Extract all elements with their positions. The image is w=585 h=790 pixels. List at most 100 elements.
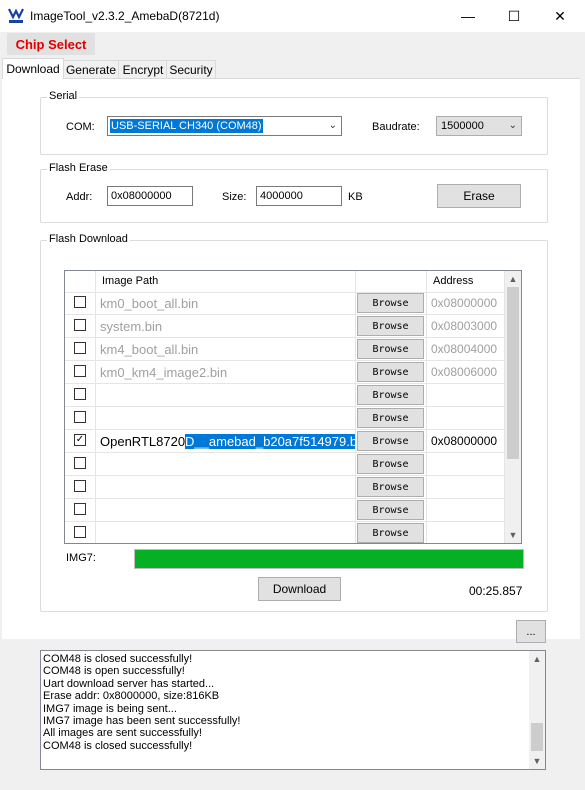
scroll-up-icon[interactable]: ▲ [529, 651, 545, 667]
erase-size-input[interactable]: 4000000 [256, 186, 342, 206]
browse-button[interactable]: Browse [357, 339, 424, 359]
address-cell[interactable]: 0x08006000 [427, 361, 505, 383]
erase-addr-input[interactable]: 0x08000000 [107, 186, 193, 206]
table-row: km0_km4_image2.bin Browse 0x08006000 [65, 361, 505, 384]
row-checkbox[interactable] [74, 365, 86, 377]
progress-label: IMG7: [66, 552, 96, 564]
address-cell[interactable] [427, 522, 505, 543]
com-port-select[interactable]: USB-SERIAL CH340 (COM48) ⌄ [107, 116, 342, 136]
erase-addr-label: Addr: [66, 191, 93, 203]
scroll-down-icon[interactable]: ▼ [529, 753, 545, 769]
check-cell [65, 384, 96, 406]
check-cell [65, 361, 96, 383]
browse-button[interactable]: Browse [357, 316, 424, 336]
browse-button[interactable]: Browse [357, 293, 424, 313]
browse-button[interactable]: Browse [357, 523, 424, 543]
erase-size-unit: KB [348, 191, 363, 203]
address-cell[interactable]: 0x08003000 [427, 315, 505, 337]
image-address: 0x08003000 [431, 319, 498, 333]
header-browse-column [356, 271, 427, 292]
log-line: All images are sent successfully! [43, 727, 202, 740]
table-scrollbar[interactable]: ▲ ▼ [505, 271, 521, 543]
log-line: Uart download server has started... [43, 677, 215, 690]
scroll-down-icon[interactable]: ▼ [505, 527, 521, 543]
scroll-up-icon[interactable]: ▲ [505, 271, 521, 287]
address-cell[interactable]: 0x08000000 [427, 430, 505, 452]
table-row: Browse [65, 453, 505, 476]
path-cell[interactable]: OpenRTL8720D__amebad_b20a7f514979.bin [96, 430, 356, 452]
download-progress-bar [134, 549, 524, 569]
path-cell[interactable] [96, 499, 356, 521]
tab-download[interactable]: Download [2, 58, 64, 79]
log-line: COM48 is closed successfully! [43, 739, 193, 752]
erase-button[interactable]: Erase [437, 184, 521, 208]
browse-button[interactable]: Browse [357, 431, 424, 451]
log-output[interactable]: COM48 is closed successfully! COM48 is op… [40, 650, 546, 770]
scrollbar-thumb[interactable] [507, 287, 519, 459]
path-cell[interactable]: km0_km4_image2.bin [96, 361, 356, 383]
row-checkbox[interactable]: ✓ [74, 434, 86, 446]
row-checkbox[interactable] [74, 388, 86, 400]
row-checkbox[interactable] [74, 319, 86, 331]
log-line: IMG7 image has been sent successfully! [43, 715, 241, 727]
header-image-path: Image Path [96, 271, 356, 292]
more-button[interactable]: ... [516, 620, 546, 643]
minimize-button[interactable]: — [445, 0, 491, 32]
address-cell[interactable] [427, 499, 505, 521]
row-checkbox[interactable] [74, 503, 86, 515]
table-row: Browse [65, 384, 505, 407]
row-checkbox[interactable] [74, 457, 86, 469]
baudrate-select[interactable]: 1500000 ⌄ [436, 116, 522, 136]
address-cell[interactable] [427, 384, 505, 406]
address-cell[interactable]: 0x08000000 [427, 292, 505, 314]
tab-security[interactable]: Security [166, 60, 216, 79]
table-row: Browse [65, 499, 505, 522]
close-button[interactable]: ✕ [537, 0, 583, 32]
row-checkbox[interactable] [74, 342, 86, 354]
table-row: Browse [65, 407, 505, 430]
row-checkbox[interactable] [74, 411, 86, 423]
log-line: Erase addr: 0x8000000, size:816KB [43, 690, 220, 703]
row-checkbox[interactable] [74, 296, 86, 308]
row-checkbox[interactable] [74, 480, 86, 492]
log-line: IMG7 image is being sent... [43, 702, 177, 715]
log-scrollbar[interactable]: ▲ ▼ [529, 651, 545, 769]
table-row: km4_boot_all.bin Browse 0x08004000 [65, 338, 505, 361]
row-checkbox[interactable] [74, 526, 86, 538]
check-cell [65, 499, 96, 521]
image-path: OpenRTL8720D__amebad_b20a7f514979.bin [100, 434, 355, 449]
scrollbar-thumb[interactable] [531, 723, 543, 751]
check-cell [65, 522, 96, 543]
address-cell[interactable] [427, 453, 505, 475]
chip-select-button[interactable]: Chip Select [7, 33, 95, 55]
browse-button[interactable]: Browse [357, 362, 424, 382]
image-address: 0x08006000 [431, 365, 498, 379]
tab-encrypt[interactable]: Encrypt [118, 60, 168, 79]
path-cell[interactable]: km4_boot_all.bin [96, 338, 356, 360]
path-cell[interactable] [96, 453, 356, 475]
check-cell [65, 453, 96, 475]
check-cell [65, 407, 96, 429]
address-cell[interactable]: 0x08004000 [427, 338, 505, 360]
baudrate-value: 1500000 [441, 120, 484, 132]
table-row: Browse [65, 522, 505, 543]
path-cell[interactable] [96, 384, 356, 406]
browse-button[interactable]: Browse [357, 500, 424, 520]
browse-button[interactable]: Browse [357, 408, 424, 428]
path-cell[interactable]: system.bin [96, 315, 356, 337]
path-cell[interactable] [96, 522, 356, 543]
tab-generate[interactable]: Generate [62, 60, 120, 79]
path-cell[interactable] [96, 407, 356, 429]
address-cell[interactable] [427, 476, 505, 498]
path-cell[interactable]: km0_boot_all.bin [96, 292, 356, 314]
address-cell[interactable] [427, 407, 505, 429]
elapsed-time: 00:25.857 [469, 584, 523, 598]
log-line: COM48 is open successfully! [43, 665, 185, 678]
download-button[interactable]: Download [258, 577, 341, 601]
maximize-button[interactable]: ☐ [491, 0, 537, 32]
realtek-logo-icon [8, 8, 24, 23]
path-cell[interactable] [96, 476, 356, 498]
browse-button[interactable]: Browse [357, 454, 424, 474]
browse-button[interactable]: Browse [357, 385, 424, 405]
browse-button[interactable]: Browse [357, 477, 424, 497]
